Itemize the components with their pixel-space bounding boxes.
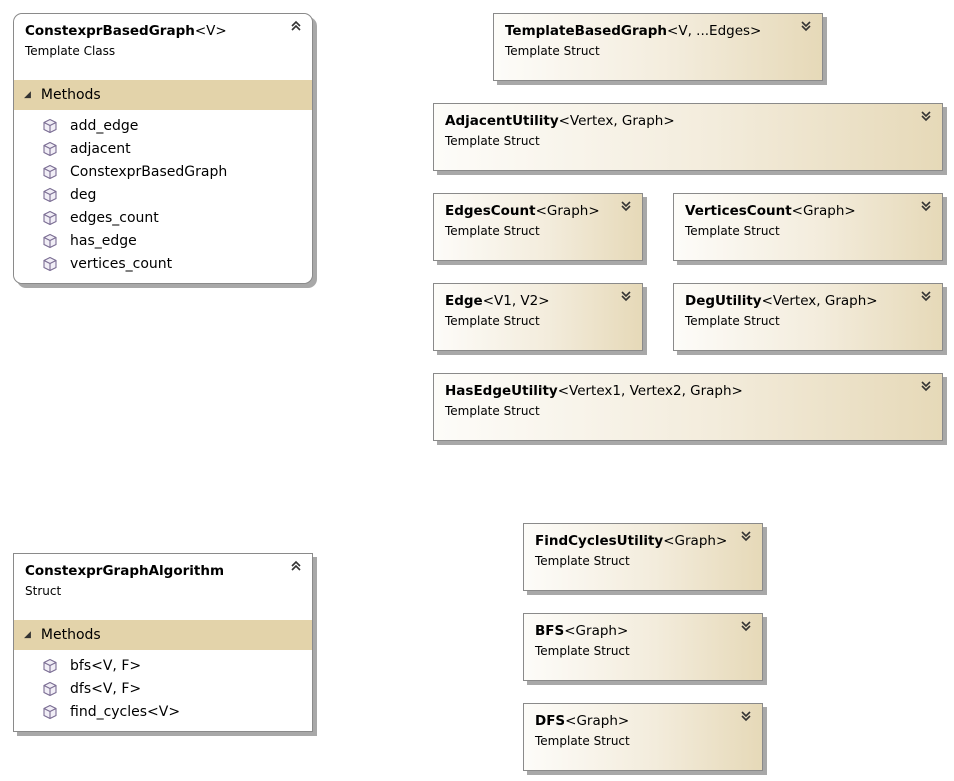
node-kind: Template Struct — [445, 404, 540, 418]
chevron-double-up-icon[interactable] — [290, 20, 302, 34]
node-title: Edge<V1, V2> — [445, 293, 550, 309]
method-item[interactable]: dfs<V, F> — [14, 677, 312, 700]
method-item[interactable]: deg — [14, 183, 312, 206]
methods-section-header[interactable]: ◢ Methods — [14, 80, 312, 110]
chevron-double-down-icon[interactable] — [920, 290, 932, 304]
edge-node[interactable]: Edge<V1, V2> Template Struct — [433, 283, 643, 351]
method-item[interactable]: edges_count — [14, 206, 312, 229]
methods-list: bfs<V, F> dfs<V, F> find_cycles<V> — [14, 650, 312, 731]
node-title: VerticesCount<Graph> — [685, 203, 856, 219]
node-kind: Template Struct — [445, 314, 540, 328]
method-item[interactable]: vertices_count — [14, 252, 312, 275]
dfs-node[interactable]: DFS<Graph> Template Struct — [523, 703, 763, 771]
node-kind: Template Struct — [685, 224, 780, 238]
method-label: deg — [70, 186, 97, 203]
method-cube-icon — [43, 256, 57, 271]
edges-count-node[interactable]: EdgesCount<Graph> Template Struct — [433, 193, 643, 261]
method-cube-icon — [43, 187, 57, 202]
section-label: Methods — [40, 87, 101, 103]
node-title: ConstexprBasedGraph<V> — [25, 23, 227, 39]
template-based-graph-node[interactable]: TemplateBasedGraph<V, ...Edges> Template… — [493, 13, 823, 81]
chevron-double-down-icon[interactable] — [620, 290, 632, 304]
method-label: adjacent — [70, 140, 131, 157]
constexpr-graph-algorithm-node[interactable]: ConstexprGraphAlgorithm Struct ◢ Methods… — [13, 553, 313, 732]
method-cube-icon — [43, 210, 57, 225]
method-cube-icon — [43, 658, 57, 673]
chevron-double-down-icon[interactable] — [740, 620, 752, 634]
chevron-double-down-icon[interactable] — [740, 530, 752, 544]
method-item[interactable]: has_edge — [14, 229, 312, 252]
method-label: add_edge — [70, 117, 139, 134]
node-kind: Template Struct — [445, 224, 540, 238]
method-cube-icon — [43, 704, 57, 719]
node-title: AdjacentUtility<Vertex, Graph> — [445, 113, 675, 129]
node-title: EdgesCount<Graph> — [445, 203, 600, 219]
node-title: BFS<Graph> — [535, 623, 629, 639]
methods-section-header[interactable]: ◢ Methods — [14, 620, 312, 650]
has-edge-utility-node[interactable]: HasEdgeUtility<Vertex1, Vertex2, Graph> … — [433, 373, 943, 441]
node-title: HasEdgeUtility<Vertex1, Vertex2, Graph> — [445, 383, 743, 399]
node-kind: Template Struct — [445, 134, 540, 148]
node-header[interactable]: ConstexprGraphAlgorithm Struct — [14, 554, 312, 610]
method-cube-icon — [43, 141, 57, 156]
method-item[interactable]: bfs<V, F> — [14, 654, 312, 677]
vertices-count-node[interactable]: VerticesCount<Graph> Template Struct — [673, 193, 943, 261]
find-cycles-utility-node[interactable]: FindCyclesUtility<Graph> Template Struct — [523, 523, 763, 591]
node-kind: Struct — [25, 584, 62, 598]
method-label: vertices_count — [70, 255, 173, 272]
deg-utility-node[interactable]: DegUtility<Vertex, Graph> Template Struc… — [673, 283, 943, 351]
method-label: find_cycles<V> — [70, 703, 181, 720]
node-title: DegUtility<Vertex, Graph> — [685, 293, 878, 309]
method-cube-icon — [43, 233, 57, 248]
method-item[interactable]: ConstexprBasedGraph — [14, 160, 312, 183]
node-kind: Template Struct — [685, 314, 780, 328]
method-cube-icon — [43, 164, 57, 179]
node-kind: Template Class — [25, 44, 116, 58]
node-kind: Template Struct — [535, 554, 630, 568]
constexpr-based-graph-node[interactable]: ConstexprBasedGraph<V> Template Class ◢ … — [13, 13, 313, 284]
method-label: has_edge — [70, 232, 137, 249]
method-cube-icon — [43, 681, 57, 696]
bfs-node[interactable]: BFS<Graph> Template Struct — [523, 613, 763, 681]
method-item[interactable]: add_edge — [14, 114, 312, 137]
node-header[interactable]: ConstexprBasedGraph<V> Template Class — [14, 14, 312, 70]
node-kind: Template Struct — [535, 644, 630, 658]
chevron-double-down-icon[interactable] — [800, 20, 812, 34]
node-kind: Template Struct — [535, 734, 630, 748]
method-label: dfs<V, F> — [70, 680, 142, 697]
chevron-double-down-icon[interactable] — [740, 710, 752, 724]
node-title: TemplateBasedGraph<V, ...Edges> — [505, 23, 762, 39]
node-kind: Template Struct — [505, 44, 600, 58]
node-title: FindCyclesUtility<Graph> — [535, 533, 728, 549]
triangle-collapse-icon: ◢ — [24, 630, 31, 640]
node-title: ConstexprGraphAlgorithm — [25, 563, 225, 579]
node-title: DFS<Graph> — [535, 713, 630, 729]
chevron-double-down-icon[interactable] — [920, 110, 932, 124]
section-label: Methods — [40, 627, 101, 643]
adjacent-utility-node[interactable]: AdjacentUtility<Vertex, Graph> Template … — [433, 103, 943, 171]
method-label: ConstexprBasedGraph — [70, 163, 228, 180]
chevron-double-down-icon[interactable] — [620, 200, 632, 214]
method-label: bfs<V, F> — [70, 657, 142, 674]
method-item[interactable]: find_cycles<V> — [14, 700, 312, 723]
methods-list: add_edge adjacent ConstexprBasedGraph deg ed… — [14, 110, 312, 283]
chevron-double-up-icon[interactable] — [290, 560, 302, 574]
method-label: edges_count — [70, 209, 159, 226]
triangle-collapse-icon: ◢ — [24, 90, 31, 100]
chevron-double-down-icon[interactable] — [920, 200, 932, 214]
method-cube-icon — [43, 118, 57, 133]
method-item[interactable]: adjacent — [14, 137, 312, 160]
chevron-double-down-icon[interactable] — [920, 380, 932, 394]
